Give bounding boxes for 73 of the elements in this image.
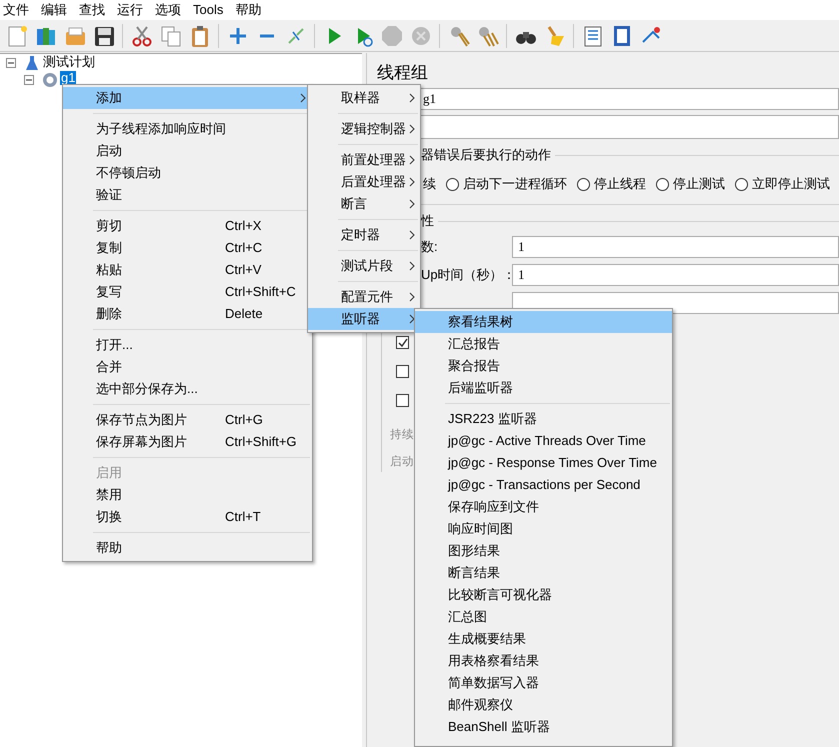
shortcut-label: Ctrl+T <box>225 508 262 526</box>
shortcut-label: Ctrl+C <box>225 239 264 258</box>
menu-item[interactable]: 文件 <box>3 0 29 20</box>
checkbox[interactable] <box>396 336 409 349</box>
menu-item[interactable]: 断言 <box>308 193 420 215</box>
flask-icon <box>24 54 40 70</box>
menu-item[interactable]: 响应时间图 <box>415 518 672 540</box>
radio-option[interactable]: 停止测试 <box>656 174 725 194</box>
input-field[interactable]: 1 <box>512 264 839 286</box>
menu-item[interactable]: 保存响应到文件 <box>415 496 672 518</box>
option-label: 续 <box>423 175 436 194</box>
menu-item[interactable]: 断言结果 <box>415 562 672 584</box>
menu-item[interactable]: 帮助 <box>63 537 312 559</box>
menu-item[interactable]: 后置处理器 <box>308 171 420 193</box>
menu-item[interactable]: Tools <box>193 0 224 20</box>
menu-item[interactable]: 用表格察看结果 <box>415 650 672 672</box>
comment-field[interactable] <box>420 115 839 139</box>
section-title: 器错误后要执行的动作 <box>421 146 551 164</box>
menu-item[interactable]: 比较断言可视化器 <box>415 584 672 606</box>
menu-item[interactable]: 生成概要结果 <box>415 628 672 650</box>
menu-item[interactable]: 聚合报告 <box>415 355 672 377</box>
menu-item[interactable]: 保存节点为图片 Ctrl+G <box>63 409 312 431</box>
menu-item[interactable]: 查找 <box>79 0 105 20</box>
menu-item[interactable]: 选项 <box>155 0 181 20</box>
menu-item[interactable]: 配置元件 <box>308 286 420 308</box>
radio-option[interactable]: 立即停止测试 <box>735 174 830 194</box>
menu-item[interactable]: jp@gc - Active Threads Over Time <box>415 430 672 452</box>
field-label: 启动 <box>390 454 414 470</box>
radio-option[interactable]: 启动下一进程循环 <box>446 174 567 194</box>
checkbox[interactable] <box>396 365 409 378</box>
menu-item[interactable]: 逻辑控制器 <box>308 118 420 140</box>
menu-item[interactable]: 后端监听器 <box>415 377 672 399</box>
checkbox[interactable] <box>396 394 409 407</box>
menu-item[interactable]: 禁用 <box>63 484 312 506</box>
menu-item[interactable]: 邮件观察仪 <box>415 694 672 716</box>
section-title: 性 <box>421 212 434 230</box>
tree-node[interactable]: g1 <box>60 71 76 85</box>
menu-item[interactable]: 保存屏幕为图片 Ctrl+Shift+G <box>63 431 312 453</box>
menu-item[interactable]: 简单数据写入器 <box>415 672 672 694</box>
panel-title: 线程组 <box>376 62 429 83</box>
menu-item[interactable]: jp@gc - Transactions per Second <box>415 474 672 496</box>
shortcut-label: Delete <box>225 305 264 324</box>
menu-item[interactable]: 切换 Ctrl+T <box>63 506 312 528</box>
menu-item[interactable]: 察看结果树 <box>415 311 672 333</box>
gear-icon <box>42 72 58 88</box>
menu-item[interactable]: BeanShell 监听器 <box>415 716 672 738</box>
menu-item[interactable]: 测试片段 <box>308 255 420 277</box>
menu-item[interactable]: 汇总报告 <box>415 333 672 355</box>
menu-item[interactable]: 图形结果 <box>415 540 672 562</box>
field-label: 持续 <box>390 428 414 443</box>
menu-item[interactable]: 打开... <box>63 334 312 356</box>
shortcut-label: Ctrl+Shift+G <box>225 433 298 452</box>
input-field[interactable]: 1 <box>512 236 839 258</box>
menu-item[interactable]: 选中部分保存为... <box>63 378 312 400</box>
shortcut-label: Ctrl+G <box>225 411 264 430</box>
collapse-toggle[interactable] <box>6 58 16 68</box>
shortcut-label: Ctrl+X <box>225 217 262 236</box>
menu-item[interactable]: 前置处理器 <box>308 149 420 171</box>
menu-item[interactable]: JSR223 监听器 <box>415 408 672 430</box>
menu-item[interactable]: 合并 <box>63 356 312 378</box>
menu-item[interactable]: 运行 <box>117 0 143 20</box>
collapse-toggle[interactable] <box>24 74 34 84</box>
field-label: 数: <box>421 238 438 256</box>
menu-item[interactable]: 定时器 <box>308 224 420 246</box>
shortcut-label: Ctrl+V <box>225 261 262 280</box>
menu-item[interactable]: 编辑 <box>41 0 67 20</box>
menu-item[interactable]: 帮助 <box>235 0 262 20</box>
radio-option[interactable]: 停止线程 <box>577 174 646 194</box>
shortcut-label: Ctrl+Shift+C <box>225 283 297 302</box>
name-field[interactable]: g1 <box>420 88 839 110</box>
tree-node[interactable]: 测试计划 <box>42 55 96 69</box>
menu-item[interactable]: jp@gc - Response Times Over Time <box>415 452 672 474</box>
menu-item[interactable]: 汇总图 <box>415 606 672 628</box>
